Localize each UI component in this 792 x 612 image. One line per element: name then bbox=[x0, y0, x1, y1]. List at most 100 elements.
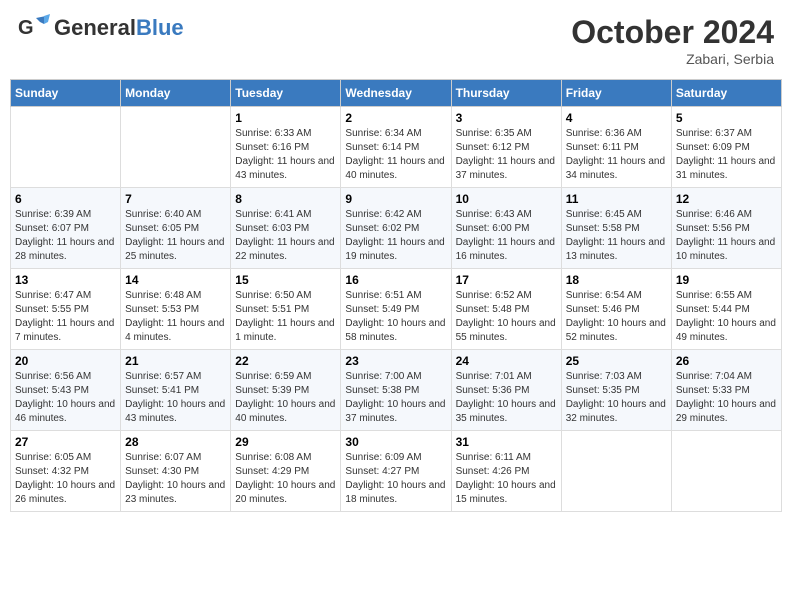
day-number: 19 bbox=[676, 273, 777, 287]
day-info: Sunrise: 6:36 AMSunset: 6:11 PMDaylight:… bbox=[566, 127, 667, 183]
logo-blue-text: Blue bbox=[136, 15, 184, 40]
day-number: 9 bbox=[345, 192, 446, 206]
day-cell: 16Sunrise: 6:51 AMSunset: 5:49 PMDayligh… bbox=[341, 269, 451, 350]
day-cell: 18 Sunrise: 6:54 AMSunset: 5:46 PMDayligh… bbox=[561, 269, 671, 350]
day-info: Sunrise: 6:46 AMSunset: 5:56 PMDaylight:… bbox=[676, 208, 777, 264]
day-cell bbox=[121, 107, 231, 188]
week-row-1: 1 Sunrise: 6:33 AMSunset: 6:16 PMDaylight… bbox=[11, 107, 782, 188]
week-row-5: 27Sunrise: 6:05 AMSunset: 4:32 PMDayligh… bbox=[11, 431, 782, 512]
day-number: 23 bbox=[345, 354, 446, 368]
location: Zabari, Serbia bbox=[571, 51, 774, 67]
day-cell: 25 Sunrise: 7:03 AMSunset: 5:35 PMDayligh… bbox=[561, 350, 671, 431]
day-number: 13 bbox=[15, 273, 116, 287]
day-cell: 19 Sunrise: 6:55 AMSunset: 5:44 PMDayligh… bbox=[671, 269, 781, 350]
day-number: 14 bbox=[125, 273, 226, 287]
day-number: 11 bbox=[566, 192, 667, 206]
logo-general-text: General bbox=[54, 15, 136, 40]
day-info: Sunrise: 6:57 AMSunset: 5:41 PMDaylight:… bbox=[125, 370, 226, 426]
day-cell: 22Sunrise: 6:59 AMSunset: 5:39 PMDayligh… bbox=[231, 350, 341, 431]
day-cell: 29 Sunrise: 6:08 AMSunset: 4:29 PMDayligh… bbox=[231, 431, 341, 512]
day-number: 24 bbox=[456, 354, 557, 368]
day-info: Sunrise: 6:45 AMSunset: 5:58 PMDaylight:… bbox=[566, 208, 667, 264]
day-info: Sunrise: 7:03 AMSunset: 5:35 PMDaylight:… bbox=[566, 370, 667, 426]
day-number: 17 bbox=[456, 273, 557, 287]
day-info: Sunrise: 6:54 AMSunset: 5:46 PMDaylight:… bbox=[566, 289, 667, 345]
day-number: 5 bbox=[676, 111, 777, 125]
day-info: Sunrise: 7:04 AMSunset: 5:33 PMDaylight:… bbox=[676, 370, 777, 426]
day-cell: 6Sunrise: 6:39 AMSunset: 6:07 PMDaylight… bbox=[11, 188, 121, 269]
day-number: 3 bbox=[456, 111, 557, 125]
day-info: Sunrise: 6:35 AMSunset: 6:12 PMDaylight:… bbox=[456, 127, 557, 183]
day-cell: 9 Sunrise: 6:42 AMSunset: 6:02 PMDaylight… bbox=[341, 188, 451, 269]
weekday-header-thursday: Thursday bbox=[451, 80, 561, 107]
day-cell: 3 Sunrise: 6:35 AMSunset: 6:12 PMDaylight… bbox=[451, 107, 561, 188]
day-cell: 13 Sunrise: 6:47 AMSunset: 5:55 PMDayligh… bbox=[11, 269, 121, 350]
day-cell: 27Sunrise: 6:05 AMSunset: 4:32 PMDayligh… bbox=[11, 431, 121, 512]
day-cell: 23Sunrise: 7:00 AMSunset: 5:38 PMDayligh… bbox=[341, 350, 451, 431]
day-number: 12 bbox=[676, 192, 777, 206]
day-number: 6 bbox=[15, 192, 116, 206]
weekday-header-monday: Monday bbox=[121, 80, 231, 107]
day-number: 25 bbox=[566, 354, 667, 368]
day-number: 4 bbox=[566, 111, 667, 125]
day-info: Sunrise: 6:37 AMSunset: 6:09 PMDaylight:… bbox=[676, 127, 777, 183]
calendar-table: SundayMondayTuesdayWednesdayThursdayFrid… bbox=[10, 79, 782, 512]
day-cell: 30 Sunrise: 6:09 AMSunset: 4:27 PMDayligh… bbox=[341, 431, 451, 512]
month-title: October 2024 bbox=[571, 14, 774, 51]
weekday-header-friday: Friday bbox=[561, 80, 671, 107]
day-cell: 11 Sunrise: 6:45 AMSunset: 5:58 PMDayligh… bbox=[561, 188, 671, 269]
day-info: Sunrise: 6:48 AMSunset: 5:53 PMDaylight:… bbox=[125, 289, 226, 345]
day-cell: 1 Sunrise: 6:33 AMSunset: 6:16 PMDaylight… bbox=[231, 107, 341, 188]
week-row-3: 13 Sunrise: 6:47 AMSunset: 5:55 PMDayligh… bbox=[11, 269, 782, 350]
week-row-4: 20Sunrise: 6:56 AMSunset: 5:43 PMDayligh… bbox=[11, 350, 782, 431]
day-cell: 15 Sunrise: 6:50 AMSunset: 5:51 PMDayligh… bbox=[231, 269, 341, 350]
day-info: Sunrise: 6:33 AMSunset: 6:16 PMDaylight:… bbox=[235, 127, 336, 183]
day-number: 15 bbox=[235, 273, 336, 287]
day-number: 26 bbox=[676, 354, 777, 368]
logo-icon: G bbox=[18, 14, 50, 42]
day-info: Sunrise: 6:42 AMSunset: 6:02 PMDaylight:… bbox=[345, 208, 446, 264]
day-number: 18 bbox=[566, 273, 667, 287]
day-number: 30 bbox=[345, 435, 446, 449]
day-number: 2 bbox=[345, 111, 446, 125]
day-cell: 20Sunrise: 6:56 AMSunset: 5:43 PMDayligh… bbox=[11, 350, 121, 431]
day-number: 21 bbox=[125, 354, 226, 368]
day-cell: 24 Sunrise: 7:01 AMSunset: 5:36 PMDayligh… bbox=[451, 350, 561, 431]
week-row-2: 6Sunrise: 6:39 AMSunset: 6:07 PMDaylight… bbox=[11, 188, 782, 269]
svg-text:G: G bbox=[18, 17, 34, 39]
day-cell: 28 Sunrise: 6:07 AMSunset: 4:30 PMDayligh… bbox=[121, 431, 231, 512]
day-cell: 14 Sunrise: 6:48 AMSunset: 5:53 PMDayligh… bbox=[121, 269, 231, 350]
day-number: 31 bbox=[456, 435, 557, 449]
day-number: 28 bbox=[125, 435, 226, 449]
weekday-header-saturday: Saturday bbox=[671, 80, 781, 107]
day-info: Sunrise: 6:11 AMSunset: 4:26 PMDaylight:… bbox=[456, 451, 557, 507]
weekday-header-sunday: Sunday bbox=[11, 80, 121, 107]
day-info: Sunrise: 6:51 AMSunset: 5:49 PMDaylight:… bbox=[345, 289, 446, 345]
day-number: 1 bbox=[235, 111, 336, 125]
day-info: Sunrise: 6:47 AMSunset: 5:55 PMDaylight:… bbox=[15, 289, 116, 345]
day-info: Sunrise: 7:01 AMSunset: 5:36 PMDaylight:… bbox=[456, 370, 557, 426]
day-info: Sunrise: 6:40 AMSunset: 6:05 PMDaylight:… bbox=[125, 208, 226, 264]
day-info: Sunrise: 6:34 AMSunset: 6:14 PMDaylight:… bbox=[345, 127, 446, 183]
day-info: Sunrise: 6:08 AMSunset: 4:29 PMDaylight:… bbox=[235, 451, 336, 507]
day-cell: 7 Sunrise: 6:40 AMSunset: 6:05 PMDaylight… bbox=[121, 188, 231, 269]
day-number: 29 bbox=[235, 435, 336, 449]
day-info: Sunrise: 6:07 AMSunset: 4:30 PMDaylight:… bbox=[125, 451, 226, 507]
day-cell: 10Sunrise: 6:43 AMSunset: 6:00 PMDayligh… bbox=[451, 188, 561, 269]
day-info: Sunrise: 6:50 AMSunset: 5:51 PMDaylight:… bbox=[235, 289, 336, 345]
day-cell: 8Sunrise: 6:41 AMSunset: 6:03 PMDaylight… bbox=[231, 188, 341, 269]
day-info: Sunrise: 6:09 AMSunset: 4:27 PMDaylight:… bbox=[345, 451, 446, 507]
day-cell bbox=[561, 431, 671, 512]
day-cell: 5 Sunrise: 6:37 AMSunset: 6:09 PMDaylight… bbox=[671, 107, 781, 188]
day-cell: 2 Sunrise: 6:34 AMSunset: 6:14 PMDaylight… bbox=[341, 107, 451, 188]
day-info: Sunrise: 6:55 AMSunset: 5:44 PMDaylight:… bbox=[676, 289, 777, 345]
weekday-header-tuesday: Tuesday bbox=[231, 80, 341, 107]
day-cell: 12 Sunrise: 6:46 AMSunset: 5:56 PMDayligh… bbox=[671, 188, 781, 269]
day-number: 27 bbox=[15, 435, 116, 449]
day-number: 7 bbox=[125, 192, 226, 206]
day-cell: 21 Sunrise: 6:57 AMSunset: 5:41 PMDayligh… bbox=[121, 350, 231, 431]
day-cell: 31 Sunrise: 6:11 AMSunset: 4:26 PMDayligh… bbox=[451, 431, 561, 512]
weekday-header-wednesday: Wednesday bbox=[341, 80, 451, 107]
day-number: 10 bbox=[456, 192, 557, 206]
day-info: Sunrise: 6:41 AMSunset: 6:03 PMDaylight:… bbox=[235, 208, 336, 264]
